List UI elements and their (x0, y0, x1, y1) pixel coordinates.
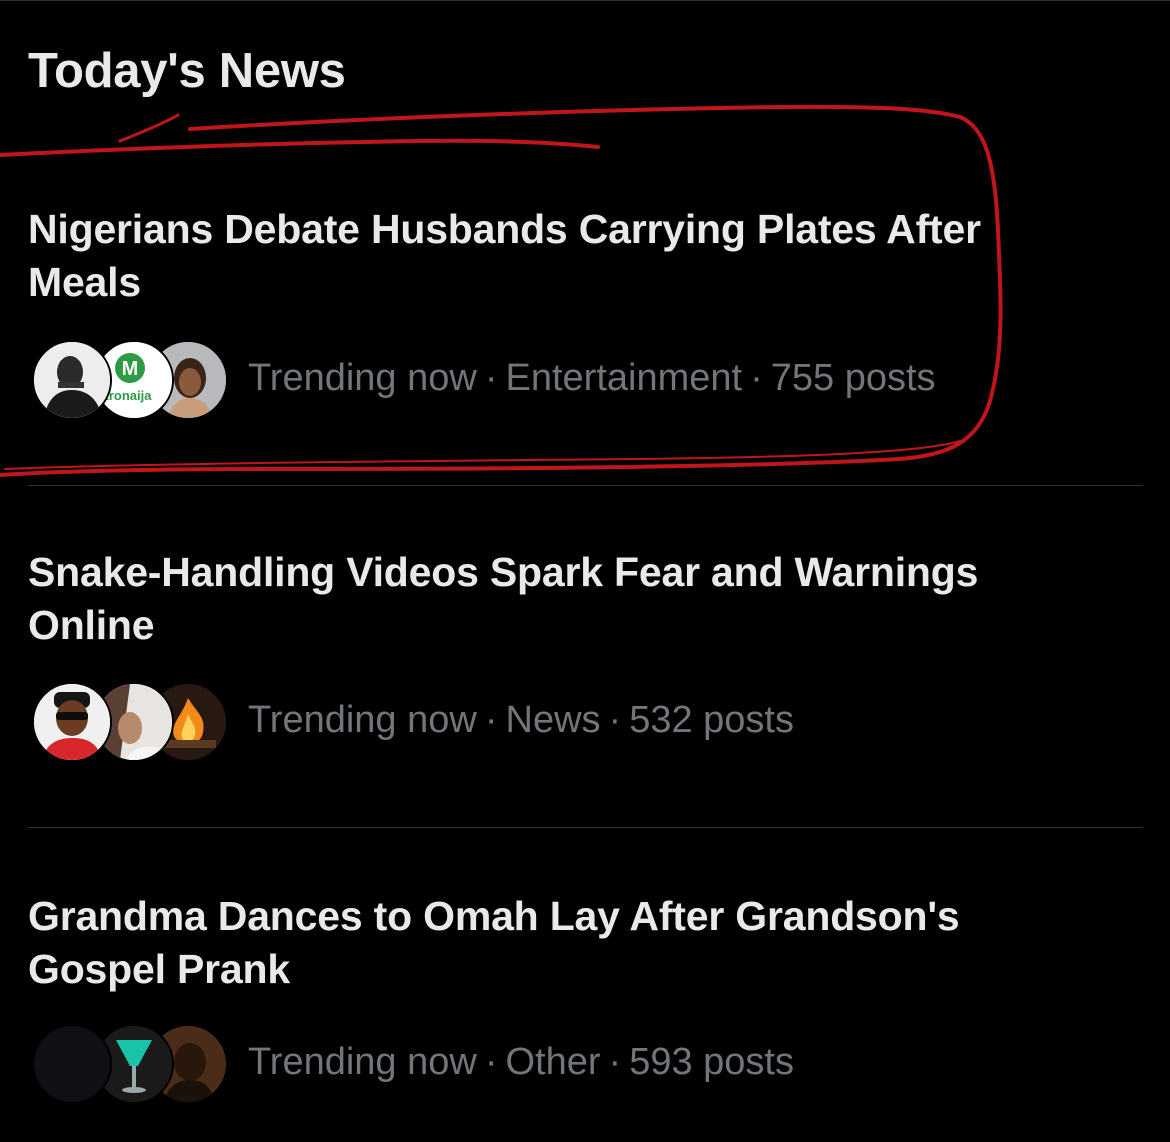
trend-meta-text: Trending now · News · 532 posts (248, 699, 794, 741)
trend-meta-text: Trending now · Other · 593 posts (248, 1041, 794, 1083)
trend-status: Trending now (248, 357, 477, 399)
news-item[interactable]: Grandma Dances to Omah Lay After Grandso… (0, 890, 1143, 1140)
trend-post-count: 755 posts (770, 357, 936, 399)
news-item[interactable]: Nigerians Debate Husbands Carrying Plate… (0, 203, 1143, 483)
trend-status: Trending now (248, 1041, 477, 1083)
todays-news-panel: Today's News Nigerians Debate Husbands C… (0, 0, 1170, 1141)
trend-post-count: 593 posts (629, 1041, 794, 1083)
avatar-man-sunglasses-photo (32, 682, 112, 762)
avatar-dark-photo (32, 1024, 112, 1104)
trend-category: News (505, 699, 601, 741)
section-title: Today's News (28, 44, 346, 98)
trend-post-count: 532 posts (629, 699, 794, 741)
avatar-stack: M tronaija (32, 340, 228, 420)
news-meta: Trending now · Other · 593 posts (32, 1024, 1092, 1104)
divider (28, 827, 1143, 828)
news-headline: Nigerians Debate Husbands Carrying Plate… (28, 206, 981, 305)
avatar-stack (32, 1024, 228, 1104)
avatar-stack (32, 682, 228, 762)
divider (28, 485, 1143, 486)
logo-letter: M (122, 358, 139, 380)
news-meta: Trending now · News · 532 posts (32, 682, 1092, 762)
news-headline: Grandma Dances to Omah Lay After Grandso… (28, 893, 960, 992)
trend-status: Trending now (248, 699, 477, 741)
trend-category: Entertainment (505, 357, 743, 399)
news-headline: Snake-Handling Videos Spark Fear and War… (28, 549, 979, 648)
avatar-person-photo (32, 340, 112, 420)
logo-caption: tronaija (105, 388, 153, 403)
news-item[interactable]: Snake-Handling Videos Spark Fear and War… (0, 546, 1143, 826)
trend-category: Other (505, 1041, 601, 1083)
news-meta: M tronaija Trending now · Entertainment · 75… (32, 340, 1092, 420)
trend-meta-text: Trending now · Entertainment · 755 posts (248, 357, 936, 399)
